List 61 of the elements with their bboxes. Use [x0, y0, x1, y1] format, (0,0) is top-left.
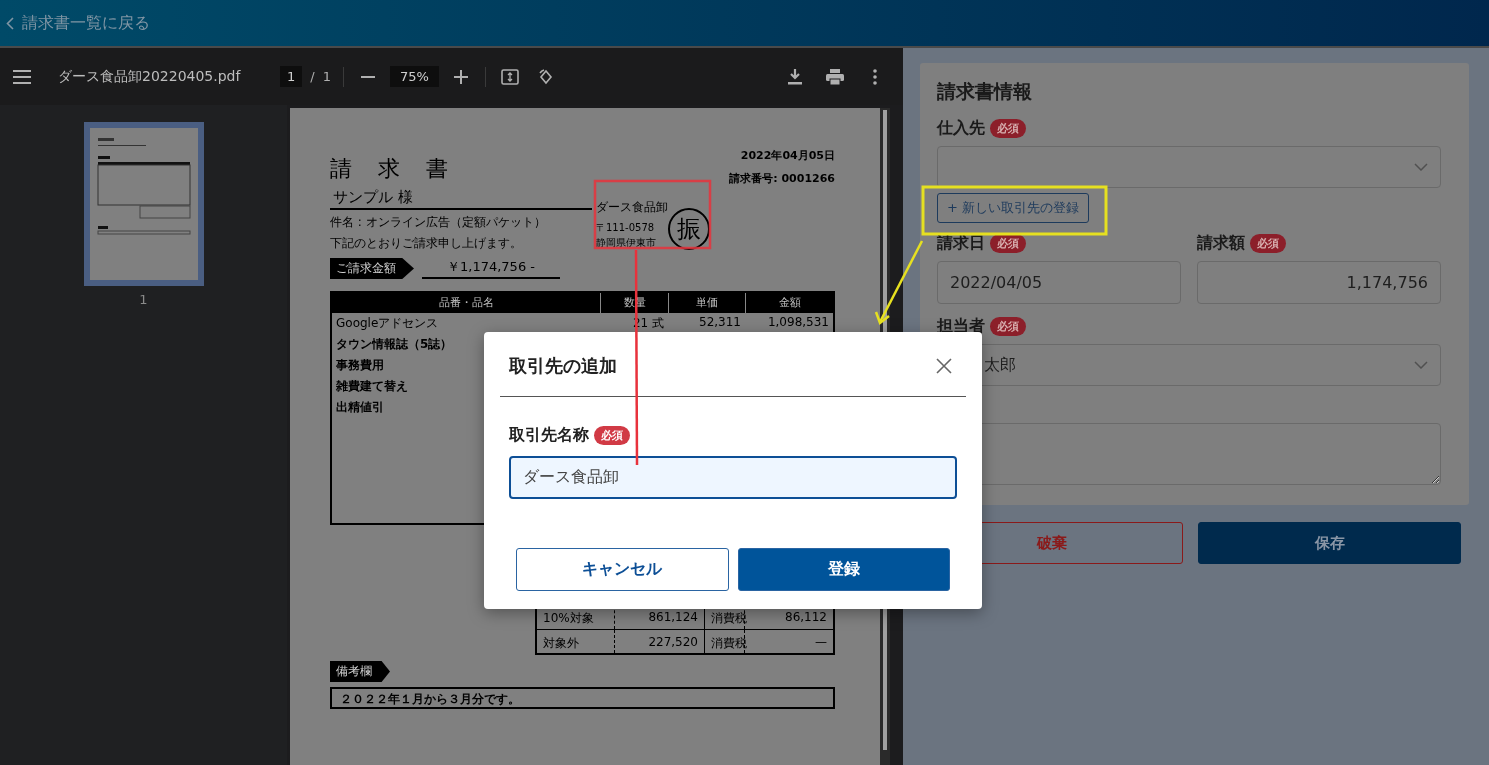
chevron-left-icon — [6, 16, 14, 30]
table-cell-text: 事務費用 — [335, 357, 385, 374]
file-name: ダース食品卸20220405.pdf — [58, 67, 242, 86]
column-header: 品番・品名 — [437, 295, 495, 311]
back-link[interactable]: 請求書一覧に戻る — [6, 12, 150, 34]
company-stamp: 振 — [668, 208, 710, 250]
field-label: 担当者 — [937, 316, 985, 338]
greeting-text: 下記のとおりご請求申し上げます。 — [330, 235, 523, 252]
cancel-button[interactable]: キャンセル — [516, 548, 729, 591]
amount-field[interactable]: 1,174,756 — [1197, 261, 1441, 305]
table-cell-text: 861,124 — [648, 610, 698, 626]
invoice-date: 2022年04月05日 — [740, 148, 835, 163]
page-number-field[interactable]: 1 — [280, 66, 303, 87]
field-label: 請求額 — [1197, 233, 1245, 255]
required-badge: 必須 — [990, 317, 1026, 337]
register-button[interactable]: 登録 — [737, 548, 950, 591]
date-field[interactable]: 2022/04/05 — [937, 261, 1181, 305]
chevron-down-icon — [1414, 163, 1428, 172]
field-label: 仕入先 — [937, 118, 985, 139]
table-cell-text: 86,112 — [785, 610, 827, 626]
table-cell-text: 10%対象 — [543, 610, 594, 627]
remarks-label: 備考欄 — [330, 661, 390, 682]
required-badge: 必須 — [1250, 234, 1286, 254]
page-separator: / — [310, 69, 315, 84]
invoice-number: 請求番号: 0001266 — [729, 171, 835, 186]
table-cell-text: 52,311 — [698, 314, 742, 331]
required-badge: 必須 — [990, 119, 1026, 138]
page-count: 1 — [322, 69, 331, 84]
page-number-label: 1 — [139, 292, 148, 307]
zoom-level-field[interactable]: 75% — [389, 66, 439, 87]
field-label: 請求日 — [937, 233, 985, 255]
form-title: 請求書情報 — [937, 79, 1033, 104]
table-cell-text: Googleアドセンス — [335, 315, 440, 332]
total-amount: ￥1,174,756 - — [422, 258, 560, 279]
add-partner-button[interactable]: + 新しい取引先の登録 — [937, 193, 1090, 224]
invoice-title: 請 求 書 — [330, 156, 451, 182]
table-cell-text: 対象外 — [543, 635, 579, 652]
remarks-text: ２０２２年１月から３月分です。 — [330, 687, 835, 709]
column-header: 金額 — [745, 293, 833, 313]
required-badge: 必須 — [594, 426, 630, 445]
table-cell-text: — — [815, 635, 827, 651]
page-thumbnail[interactable] — [83, 122, 204, 286]
table-cell-text: 消費税 — [711, 635, 747, 652]
table-cell-text: 1,098,531 — [766, 314, 830, 331]
issuer-postal-code: 〒111-0578 — [596, 221, 655, 235]
table-cell-text: 雑費建て替え — [335, 378, 409, 395]
table-cell-text: 出精値引 — [335, 399, 385, 416]
recipient-name: サンプル 様 — [330, 188, 592, 210]
amount-label: ご請求金額 — [330, 258, 414, 279]
table-cell-text: 消費税 — [711, 610, 747, 627]
chevron-down-icon — [1414, 361, 1428, 370]
field-label: 取引先名称 — [509, 425, 589, 446]
dialog-title: 取引先の追加 — [509, 354, 617, 378]
issuer-name: ダース食品卸 — [596, 199, 668, 216]
save-button[interactable]: 保存 — [1198, 522, 1461, 564]
table-cell-text: 227,520 — [648, 635, 698, 651]
table-cell-text: タウン情報誌（5誌） — [335, 336, 454, 353]
partner-name-field[interactable]: ダース食品卸 — [509, 456, 957, 499]
column-header: 単価 — [668, 293, 745, 313]
subject-text: 件名 : オンライン広告（定額パケット） — [330, 214, 547, 231]
issuer-address: 静岡県伊東市 — [596, 236, 656, 250]
